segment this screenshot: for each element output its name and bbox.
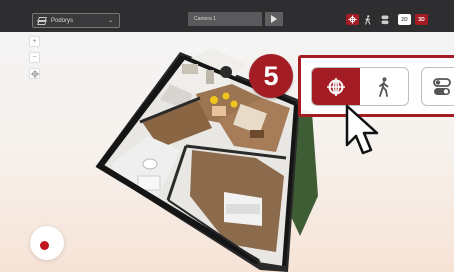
walk-mode-button[interactable] <box>360 68 408 105</box>
toggle-icon <box>381 15 388 24</box>
settings-toggle-small[interactable] <box>378 14 391 25</box>
view-3d-button[interactable]: 3D <box>415 14 428 25</box>
chevron-down-icon: ⌄ <box>107 18 113 24</box>
camera-select[interactable]: Camera 1 <box>188 12 262 26</box>
view-mode-segmented-control <box>311 67 409 106</box>
walk-mode-button-small[interactable] <box>361 14 374 25</box>
settings-toggle-button[interactable] <box>421 67 454 106</box>
orbit-icon <box>348 15 357 24</box>
orbit-icon <box>327 77 345 96</box>
recenter-button[interactable] <box>29 68 40 79</box>
zoom-out-button[interactable]: − <box>29 52 40 63</box>
view-2d-button[interactable]: 2D <box>398 14 411 25</box>
layers-icon <box>37 17 46 24</box>
walk-icon <box>379 76 389 97</box>
play-icon <box>271 15 277 23</box>
step-number-badge: 5 <box>249 54 293 98</box>
toggle-icon <box>433 77 451 95</box>
floor-select[interactable]: Podorys ⌄ <box>32 13 120 28</box>
target-icon <box>30 69 39 78</box>
floor-select-label: Podorys <box>51 17 74 24</box>
walk-icon <box>364 14 370 25</box>
orbit-mode-button-small[interactable] <box>346 14 359 25</box>
record-button[interactable] <box>30 226 64 260</box>
camera-label: Camera 1 <box>194 16 216 22</box>
cursor-icon <box>345 104 379 155</box>
zoom-in-button[interactable]: + <box>29 36 40 47</box>
play-button[interactable] <box>265 12 283 26</box>
orbit-mode-button[interactable] <box>312 68 360 105</box>
record-icon <box>40 241 49 250</box>
zoom-controls: + − <box>29 36 40 84</box>
